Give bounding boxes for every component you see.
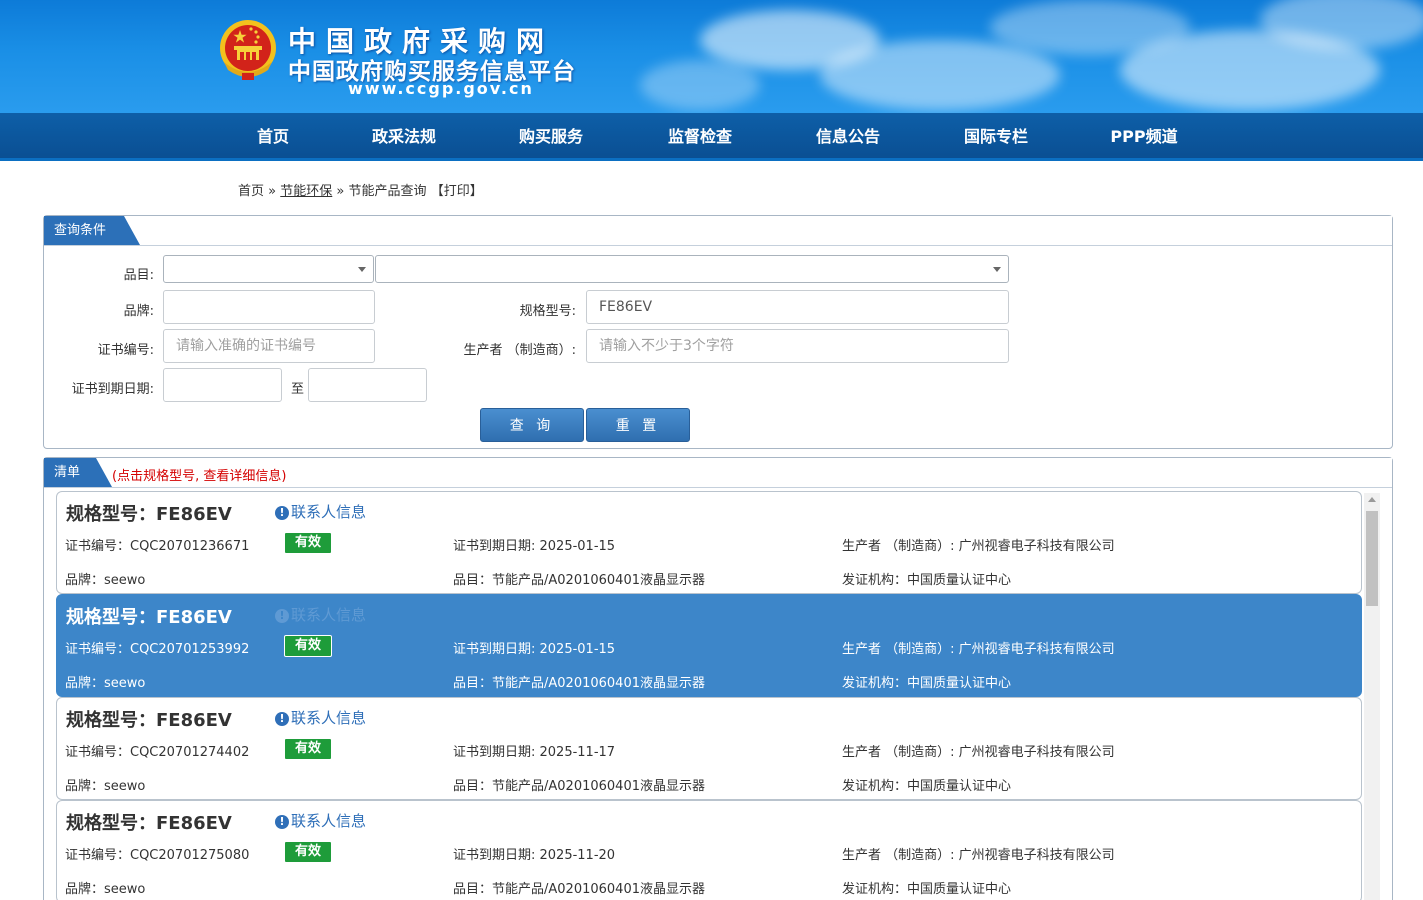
contact-info-link[interactable]: ! 联系人信息 xyxy=(275,501,366,522)
brand: 品牌：seewo xyxy=(65,882,146,897)
national-emblem-icon xyxy=(220,20,276,80)
list-panel-header: 清单 (点击规格型号, 查看详细信息) xyxy=(44,458,1392,488)
status-badge: 有效 xyxy=(284,738,332,760)
info-circle-icon: ! xyxy=(275,609,289,623)
brand-input[interactable] xyxy=(163,290,375,324)
category: 品目：节能产品/A0201060401液晶显示器 xyxy=(453,573,705,588)
site-banner: 中国政府采购网 中国政府购买服务信息平台 www.ccgp.gov.cn xyxy=(0,0,1423,113)
nav-regulations[interactable]: 政采法规 xyxy=(362,113,446,161)
expire-date: 证书到期日期: 2025-11-20 xyxy=(453,848,616,863)
category: 品目：节能产品/A0201060401液晶显示器 xyxy=(453,676,705,691)
contact-info-link[interactable]: ! 联系人信息 xyxy=(275,604,366,625)
date-range-separator: 至 xyxy=(290,382,304,397)
result-card[interactable]: 规格型号：FE86EV ! 联系人信息 证书编号：CQC20701275080 有… xyxy=(56,800,1362,900)
nav-home[interactable]: 首页 xyxy=(240,113,306,161)
main-nav: 首页 政采法规 购买服务 监督检查 信息公告 国际专栏 PPP频道 xyxy=(0,113,1423,161)
cert-input[interactable]: 请输入准确的证书编号 xyxy=(163,329,375,363)
nav-international[interactable]: 国际专栏 xyxy=(952,113,1040,161)
spec-label: 规格型号: xyxy=(519,304,576,319)
brand: 品牌：seewo xyxy=(65,779,146,794)
contact-info-link[interactable]: ! 联系人信息 xyxy=(275,707,366,728)
manufacturer: 生产者 （制造商）: 广州视睿电子科技有限公司 xyxy=(842,539,1115,554)
cert-label: 证书编号: xyxy=(97,343,154,358)
query-panel-header: 查询条件 xyxy=(44,216,1392,246)
status-badge: 有效 xyxy=(284,532,332,554)
breadcrumb: 首页 » 节能环保 » 节能产品查询 【打印】 xyxy=(238,180,483,199)
model-link[interactable]: 规格型号：FE86EV xyxy=(66,809,232,835)
breadcrumb-energy-saving[interactable]: 节能环保 xyxy=(280,184,332,199)
issuer: 发证机构：中国质量认证中心 xyxy=(842,779,1012,794)
query-tab: 查询条件 xyxy=(44,216,140,245)
brand: 品牌：seewo xyxy=(65,573,146,588)
expire-date: 证书到期日期: 2025-01-15 xyxy=(453,539,616,554)
list-hint: (点击规格型号, 查看详细信息) xyxy=(112,469,287,484)
breadcrumb-current: 节能产品查询 xyxy=(348,184,427,199)
brand-label: 品牌: xyxy=(123,304,154,319)
expire-to-input[interactable] xyxy=(308,368,427,402)
info-circle-icon: ! xyxy=(275,815,289,829)
issuer: 发证机构：中国质量认证中心 xyxy=(842,676,1012,691)
info-circle-icon: ! xyxy=(275,506,289,520)
search-button[interactable]: 查 询 xyxy=(480,408,584,442)
contact-info-link[interactable]: ! 联系人信息 xyxy=(275,810,366,831)
scroll-up-arrow-icon[interactable] xyxy=(1368,497,1376,502)
breadcrumb-separator: » xyxy=(336,184,345,199)
model-link[interactable]: 规格型号：FE86EV xyxy=(66,603,232,629)
print-link[interactable]: 【打印】 xyxy=(431,184,483,199)
breadcrumb-home[interactable]: 首页 xyxy=(238,184,264,199)
maker-input[interactable]: 请输入不少于3个字符 xyxy=(586,329,1009,363)
model-link[interactable]: 规格型号：FE86EV xyxy=(66,706,232,732)
result-list-panel: 清单 (点击规格型号, 查看详细信息) 规格型号：FE86EV ! 联系人信息 证… xyxy=(43,457,1393,900)
contact-info-label: 联系人信息 xyxy=(291,503,367,521)
nav-announcements[interactable]: 信息公告 xyxy=(804,113,892,161)
category: 品目：节能产品/A0201060401液晶显示器 xyxy=(453,779,705,794)
manufacturer: 生产者 （制造商）: 广州视睿电子科技有限公司 xyxy=(842,745,1115,760)
status-badge: 有效 xyxy=(284,841,332,863)
result-list[interactable]: 规格型号：FE86EV ! 联系人信息 证书编号：CQC20701236671 有… xyxy=(56,491,1362,900)
category: 品目：节能产品/A0201060401液晶显示器 xyxy=(453,882,705,897)
result-card[interactable]: 规格型号：FE86EV ! 联系人信息 证书编号：CQC20701236671 有… xyxy=(56,491,1362,594)
cloud-decoration xyxy=(640,60,760,110)
result-card-selected[interactable]: 规格型号：FE86EV ! 联系人信息 证书编号：CQC20701253992 有… xyxy=(56,594,1362,697)
cert-number: 证书编号：CQC20701275080 xyxy=(65,848,250,863)
manufacturer: 生产者 （制造商）: 广州视睿电子科技有限公司 xyxy=(842,642,1115,657)
status-badge: 有效 xyxy=(284,635,332,657)
info-circle-icon: ! xyxy=(275,712,289,726)
scroll-thumb[interactable] xyxy=(1366,511,1378,606)
issuer: 发证机构：中国质量认证中心 xyxy=(842,882,1012,897)
list-tab: 清单 xyxy=(44,458,112,487)
expire-label: 证书到期日期: xyxy=(71,382,154,397)
contact-info-label: 联系人信息 xyxy=(291,709,367,727)
nav-ppp[interactable]: PPP频道 xyxy=(1100,113,1188,161)
expire-from-input[interactable] xyxy=(163,368,282,402)
chevron-down-icon xyxy=(358,267,366,272)
list-scrollbar[interactable] xyxy=(1364,493,1380,900)
site-url: www.ccgp.gov.cn xyxy=(348,79,534,98)
cert-number: 证书编号：CQC20701236671 xyxy=(65,539,250,554)
model-link[interactable]: 规格型号：FE86EV xyxy=(66,500,232,526)
contact-info-label: 联系人信息 xyxy=(291,606,367,624)
breadcrumb-separator: » xyxy=(268,184,277,199)
cert-number: 证书编号：CQC20701274402 xyxy=(65,745,250,760)
nav-purchase-services[interactable]: 购买服务 xyxy=(508,113,594,161)
expire-date: 证书到期日期: 2025-11-17 xyxy=(453,745,616,760)
manufacturer: 生产者 （制造商）: 广州视睿电子科技有限公司 xyxy=(842,848,1115,863)
spec-input[interactable]: FE86EV xyxy=(586,290,1009,324)
cloud-decoration xyxy=(820,40,1060,110)
brand: 品牌：seewo xyxy=(65,676,146,691)
contact-info-label: 联系人信息 xyxy=(291,812,367,830)
cert-number: 证书编号：CQC20701253992 xyxy=(65,642,250,657)
maker-label: 生产者 （制造商）: xyxy=(463,343,576,358)
expire-date: 证书到期日期: 2025-01-15 xyxy=(453,642,616,657)
category-select[interactable] xyxy=(163,255,374,283)
category-label: 品目: xyxy=(123,268,154,283)
subcategory-select[interactable] xyxy=(375,255,1009,283)
reset-button[interactable]: 重 置 xyxy=(586,408,690,442)
issuer: 发证机构：中国质量认证中心 xyxy=(842,573,1012,588)
chevron-down-icon xyxy=(993,267,1001,272)
result-card[interactable]: 规格型号：FE86EV ! 联系人信息 证书编号：CQC20701274402 有… xyxy=(56,697,1362,800)
nav-supervision[interactable]: 监督检查 xyxy=(656,113,744,161)
